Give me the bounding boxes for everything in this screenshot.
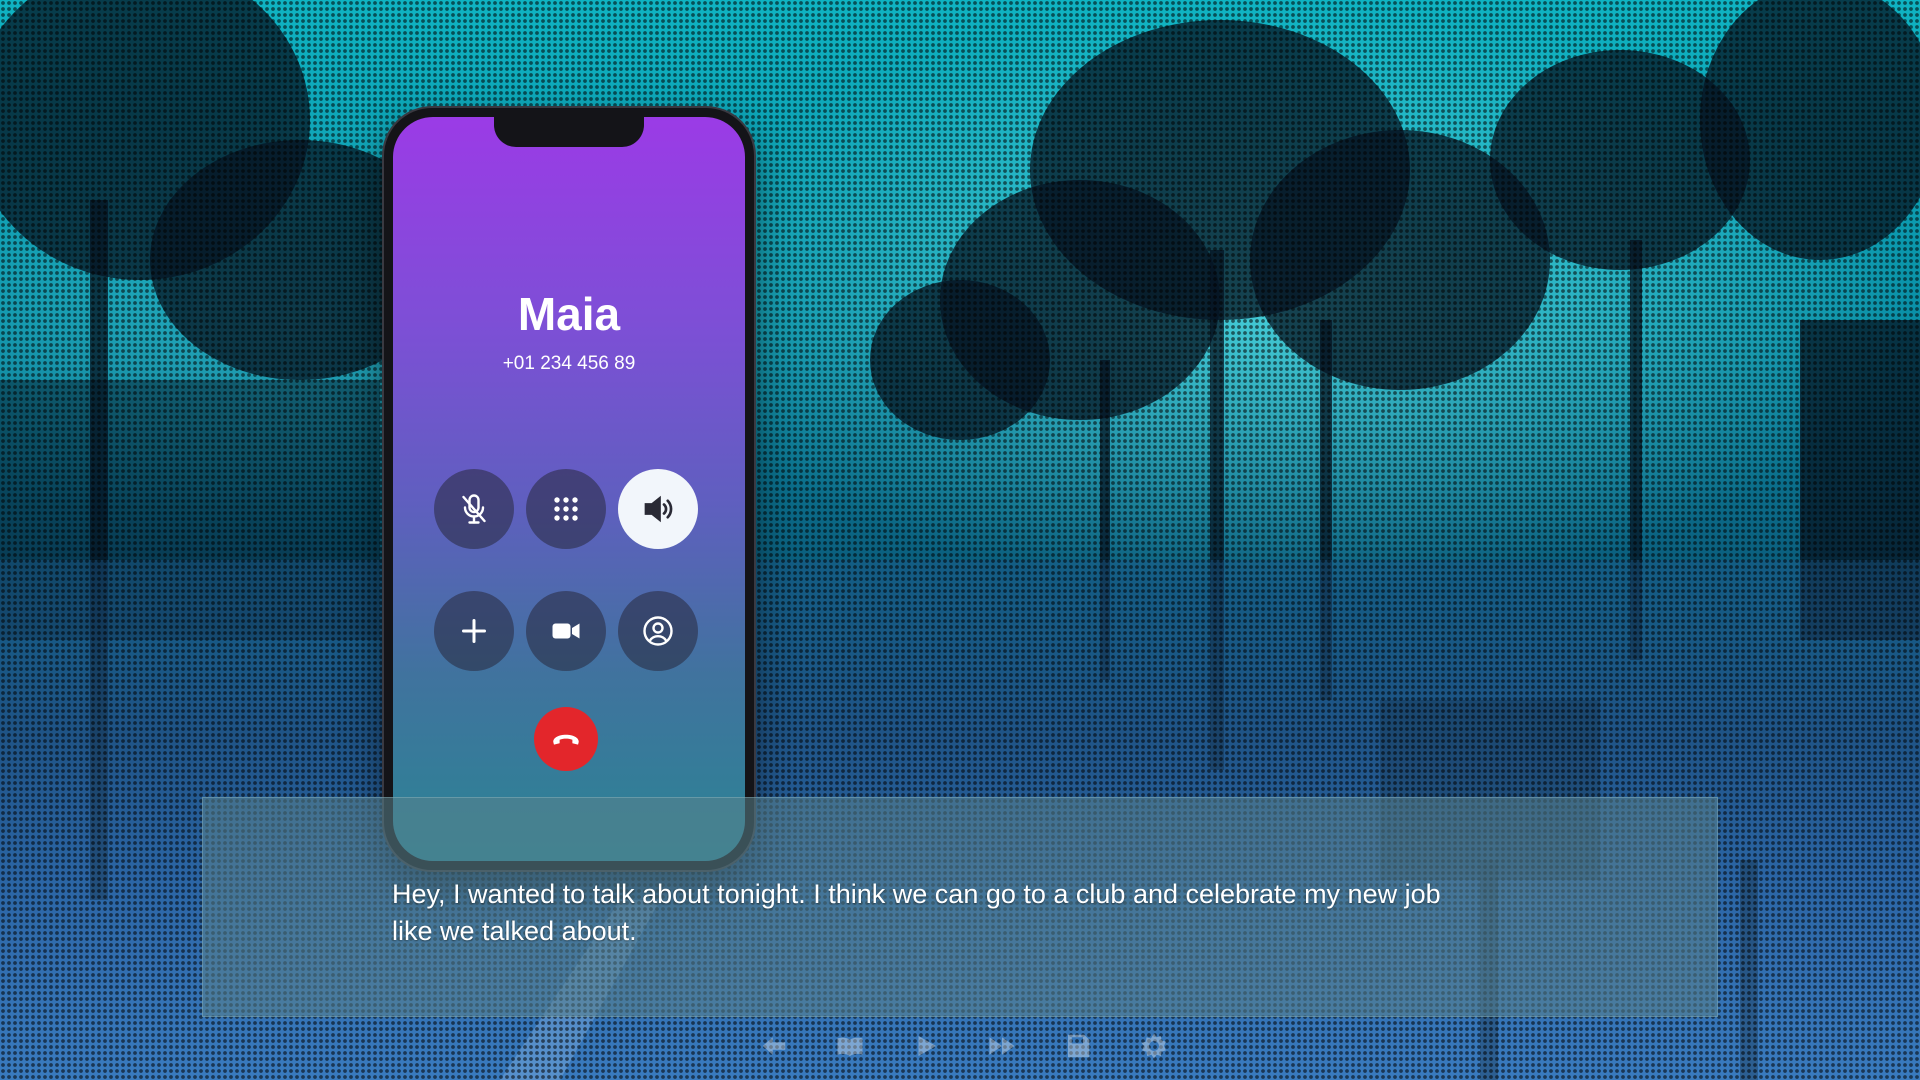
mute-button[interactable] (434, 469, 514, 549)
game-scene[interactable]: Maia +01 234 456 89 Hey, I wanted to tal… (0, 0, 1920, 1080)
history-button[interactable] (830, 1028, 870, 1064)
speaker-button[interactable] (618, 469, 698, 549)
skip-button[interactable] (982, 1028, 1022, 1064)
save-button[interactable] (1058, 1028, 1098, 1064)
skip-icon (989, 1037, 1015, 1055)
call-screen: Maia +01 234 456 89 (393, 117, 745, 861)
auto-icon (918, 1036, 936, 1056)
contacts-button[interactable] (618, 591, 698, 671)
keypad-icon (554, 497, 578, 521)
quick-menu (754, 1026, 1174, 1066)
save-icon (1068, 1034, 1090, 1058)
history-icon (837, 1037, 863, 1056)
video-button[interactable] (526, 591, 606, 671)
phone: Maia +01 234 456 89 (384, 108, 754, 870)
back-button[interactable] (754, 1028, 794, 1064)
video-icon (552, 623, 580, 639)
settings-icon (1141, 1033, 1166, 1059)
add-call-icon (462, 619, 486, 643)
hang-up-icon (553, 734, 579, 745)
end-call-button[interactable] (534, 707, 598, 771)
speaker-icon (644, 495, 673, 523)
mic-off-icon (462, 494, 486, 524)
add-call-button[interactable] (434, 591, 514, 671)
back-icon (762, 1037, 786, 1055)
auto-button[interactable] (906, 1028, 946, 1064)
keypad-button[interactable] (526, 469, 606, 549)
dialogue-text: Hey, I wanted to talk about tonight. I t… (392, 879, 1441, 946)
caller-name: Maia (517, 288, 621, 340)
settings-button[interactable] (1134, 1028, 1174, 1064)
caller-number: +01 234 456 89 (502, 353, 636, 374)
phone-notch (494, 117, 644, 147)
contact-icon (643, 616, 673, 646)
